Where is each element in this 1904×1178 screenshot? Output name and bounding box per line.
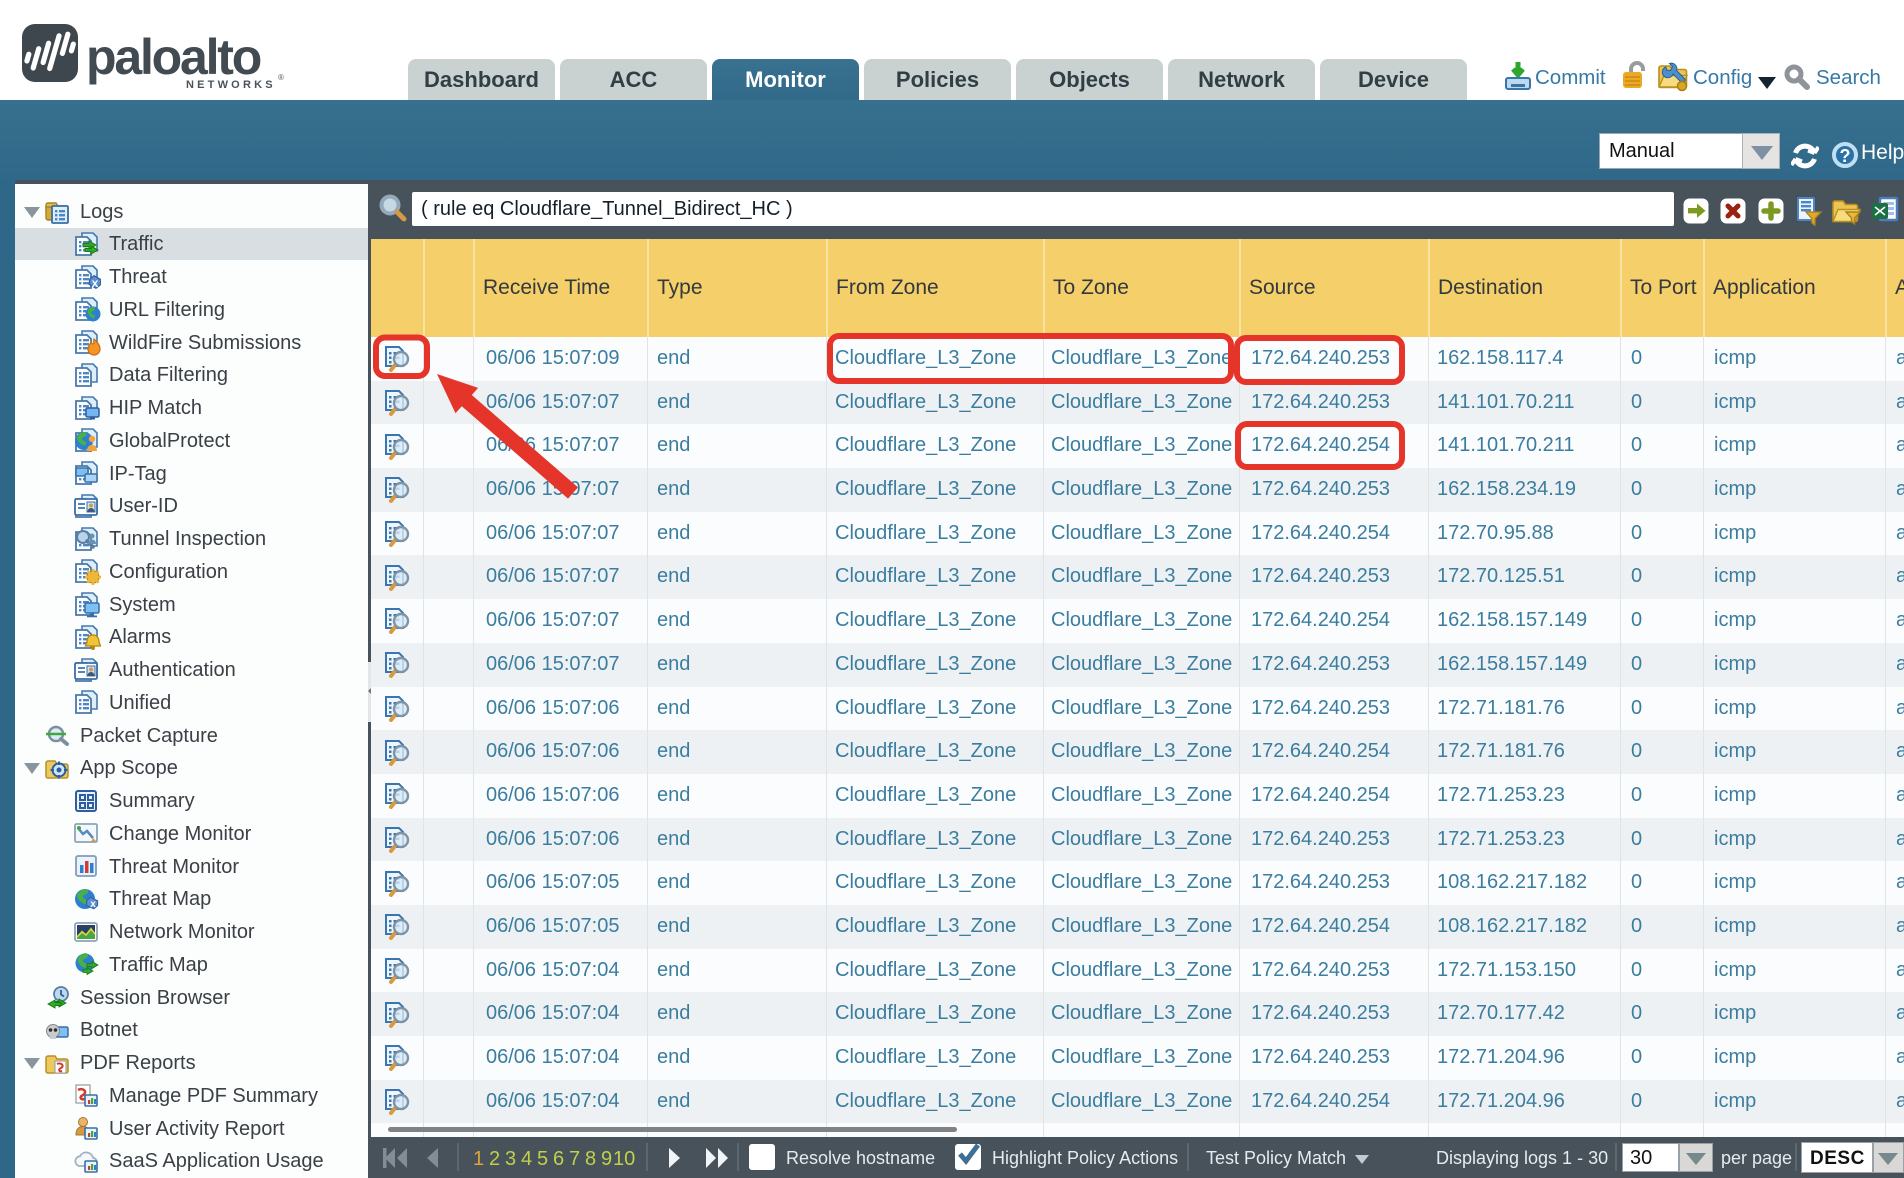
svg-text:x: x (90, 899, 96, 910)
svg-text:x: x (92, 276, 99, 290)
svg-text:®: ® (278, 73, 284, 82)
svg-text:paloalto: paloalto (86, 29, 261, 85)
svg-text:NETWORKS: NETWORKS (186, 79, 276, 91)
svg-text:?: ? (1840, 146, 1851, 166)
